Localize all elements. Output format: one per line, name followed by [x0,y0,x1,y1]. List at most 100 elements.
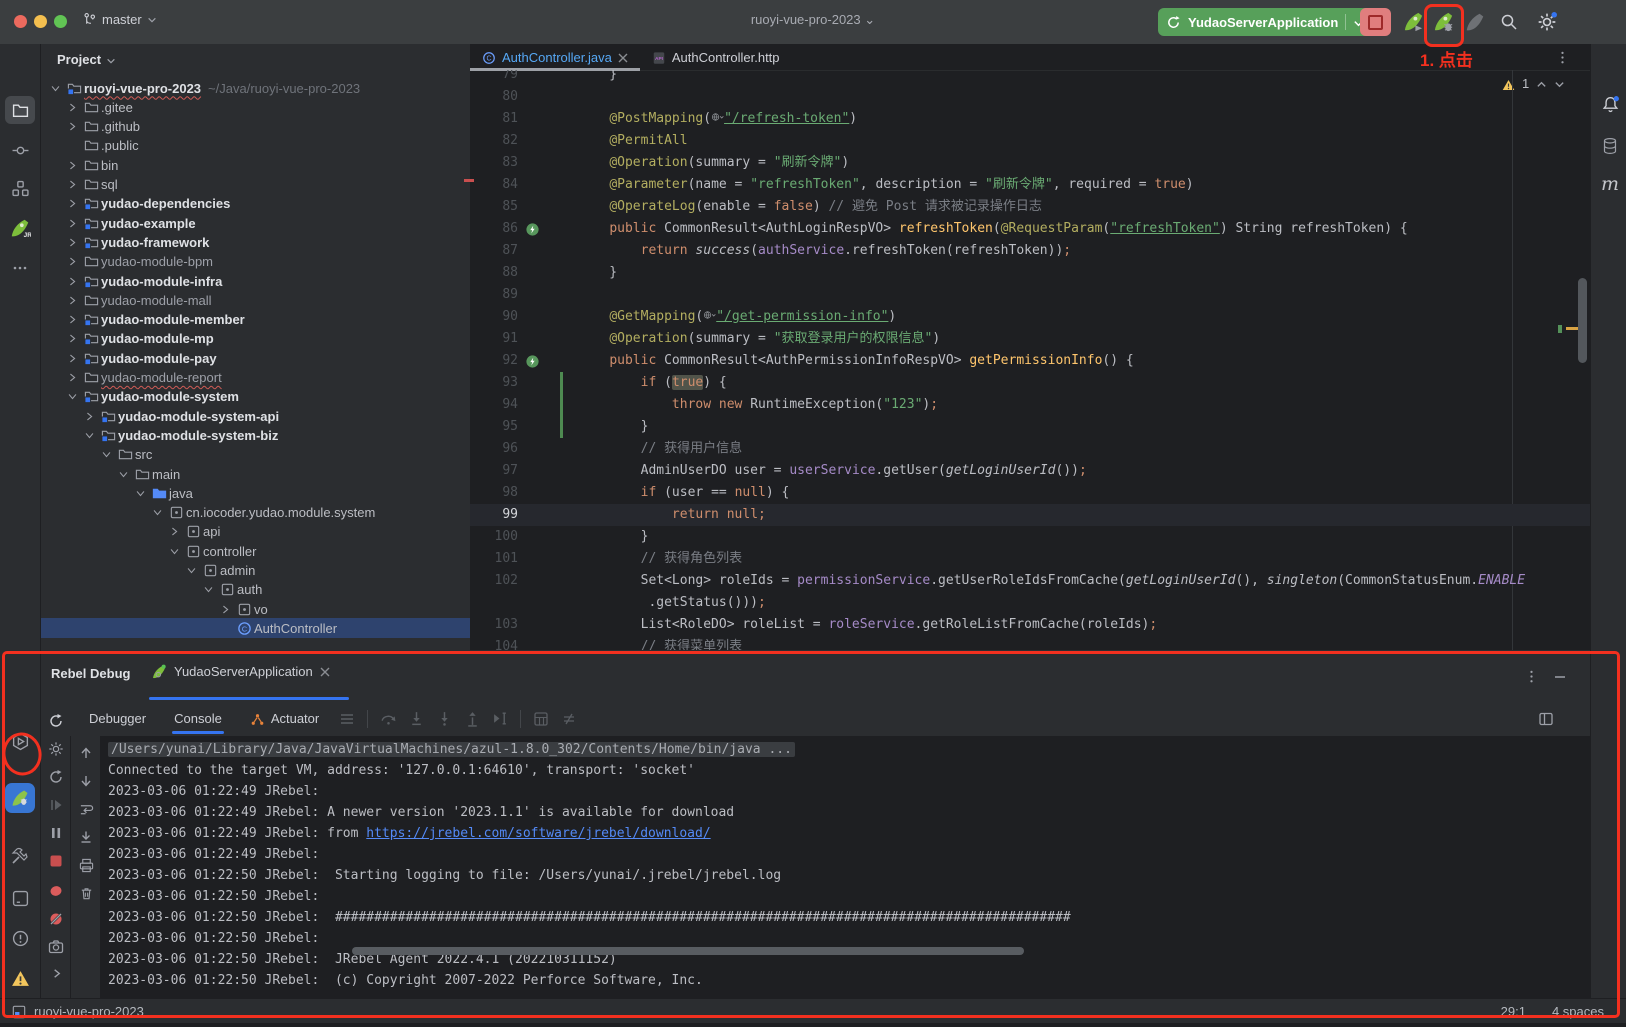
hide-panel-icon[interactable] [1553,668,1567,684]
chevron-right-icon[interactable] [64,256,81,267]
commit-tool-icon[interactable] [8,138,32,162]
chevron-right-icon[interactable] [64,353,81,364]
project-tool-icon[interactable] [8,98,32,122]
editor-scrollbar[interactable] [1578,278,1587,363]
jrebel-tool-icon[interactable]: JR [8,216,32,240]
line-number[interactable]: 102 [470,570,518,592]
line-number[interactable]: 101 [470,548,518,570]
tree-item-yudao-module-system-api[interactable]: yudao-module-system-api [41,406,471,426]
rerun-icon[interactable] [41,708,71,734]
tree-item-.public[interactable]: .public [41,136,471,156]
scroll-down-icon[interactable] [71,768,101,794]
scroll-up-icon[interactable] [71,740,101,766]
restore-layout-icon[interactable] [1532,711,1560,727]
tree-item-yudao-module-system-biz[interactable]: yudao-module-system-biz [41,425,471,445]
console-output[interactable]: /Users/yunai/Library/Java/JavaVirtualMac… [100,736,1590,998]
tab-debugger[interactable]: Debugger [75,701,160,736]
indent-setting[interactable]: 4 spaces [1552,1004,1604,1019]
caret-position[interactable]: 29:1 [1501,1004,1526,1019]
tree-item-.gitee[interactable]: .gitee [41,97,471,117]
line-number[interactable]: 96 [470,438,518,460]
mute-renderers-icon[interactable] [555,711,583,727]
console-horizontal-scrollbar[interactable] [352,947,1024,955]
line-number[interactable]: 83 [470,152,518,174]
chevron-right-icon[interactable] [64,372,81,383]
editor-options-icon[interactable] [1555,49,1570,65]
project-panel-header[interactable]: Project [57,52,116,67]
tree-item-bin[interactable]: bin [41,155,471,175]
tree-item-yudao-module-pay[interactable]: yudao-module-pay [41,348,471,368]
line-number[interactable]: 89 [470,284,518,306]
chevron-down-icon[interactable] [132,488,149,499]
chevron-right-icon[interactable] [166,526,183,537]
tool-window-icon[interactable] [12,1003,26,1019]
chevron-right-icon[interactable] [64,218,81,229]
tree-item-yudao-module-mp[interactable]: yudao-module-mp [41,329,471,349]
problems-tool-icon[interactable] [8,926,32,950]
chevron-right-icon[interactable] [64,333,81,344]
line-number[interactable]: 94 [470,394,518,416]
chevron-right-icon[interactable] [64,121,81,132]
method-marker-icon[interactable] [525,221,540,237]
xrebel-icon[interactable] [1464,11,1486,33]
tab-console[interactable]: Console [160,701,236,736]
chevron-right-icon[interactable] [64,198,81,209]
tree-item-admin[interactable]: admin [41,561,471,581]
print-icon[interactable] [71,852,101,878]
chevron-down-icon[interactable] [115,469,132,480]
terminal-tool-icon[interactable] [8,886,32,910]
line-number[interactable]: 85 [470,196,518,218]
more-actions-chevron-icon[interactable] [41,960,71,986]
tree-item-AuthController[interactable]: CAuthController [41,618,471,638]
close-icon[interactable] [618,50,628,65]
chevron-right-icon[interactable] [64,237,81,248]
chevron-down-icon[interactable] [200,584,217,595]
tree-item-java[interactable]: java [41,483,471,503]
step-into-icon[interactable] [402,710,430,727]
chevron-down-icon[interactable] [64,391,81,402]
layout-menu-icon[interactable] [333,711,361,727]
run-to-cursor-icon[interactable] [486,710,514,727]
tab-authcontroller-java[interactable]: C AuthController.java [470,44,640,70]
chevron-right-icon[interactable] [64,102,81,113]
line-number[interactable]: 86 [470,218,518,240]
line-number[interactable]: 88 [470,262,518,284]
scroll-to-end-icon[interactable] [71,824,101,850]
jrebel-run-icon[interactable] [1402,10,1425,33]
run-configuration-button[interactable]: YudaoServerApplication [1158,8,1372,36]
stop-button[interactable] [1360,8,1391,36]
method-marker-icon[interactable] [525,353,540,369]
clear-all-trash-icon[interactable] [71,880,101,906]
maven-tool-icon[interactable]: m [1598,172,1622,196]
line-number[interactable]: 92 [470,350,518,372]
tree-item-yudao-module-mall[interactable]: yudao-module-mall [41,290,471,310]
stop-process-icon[interactable] [41,848,71,874]
chevron-down-icon[interactable] [166,546,183,557]
chevron-right-icon[interactable] [64,295,81,306]
chevron-down-icon[interactable] [81,430,98,441]
database-tool-icon[interactable] [1598,134,1622,158]
jrebel-debug-icon[interactable] [1432,10,1455,33]
chevron-down-icon[interactable] [149,507,166,518]
jrebel-update-icon[interactable] [41,764,71,790]
line-number[interactable]: 87 [470,240,518,262]
warnings-tool-icon[interactable] [8,966,32,990]
chevron-down-icon[interactable] [47,83,64,94]
tree-item-controller[interactable]: controller [41,541,471,561]
line-number[interactable]: 103 [470,614,518,636]
line-number[interactable]: 99 [470,504,518,526]
line-number[interactable]: 80 [470,86,518,108]
jrebel-debug-tool-icon[interactable] [5,783,35,813]
line-number[interactable]: 81 [470,108,518,130]
editor-area[interactable]: C AuthController.java API AuthController… [470,44,1590,650]
more-tools-icon[interactable] [8,256,32,280]
tree-item-vo[interactable]: vo [41,599,471,619]
tree-item-yudao-framework[interactable]: yudao-framework [41,232,471,252]
thread-dump-camera-icon[interactable] [41,934,71,960]
tree-item-sql[interactable]: sql [41,175,471,195]
error-stripe-warning-mark[interactable] [1566,327,1578,330]
resume-program-icon[interactable] [41,792,71,818]
tree-item-.github[interactable]: .github [41,117,471,137]
line-number[interactable]: 104 [470,636,518,650]
chevron-right-icon[interactable] [64,276,81,287]
